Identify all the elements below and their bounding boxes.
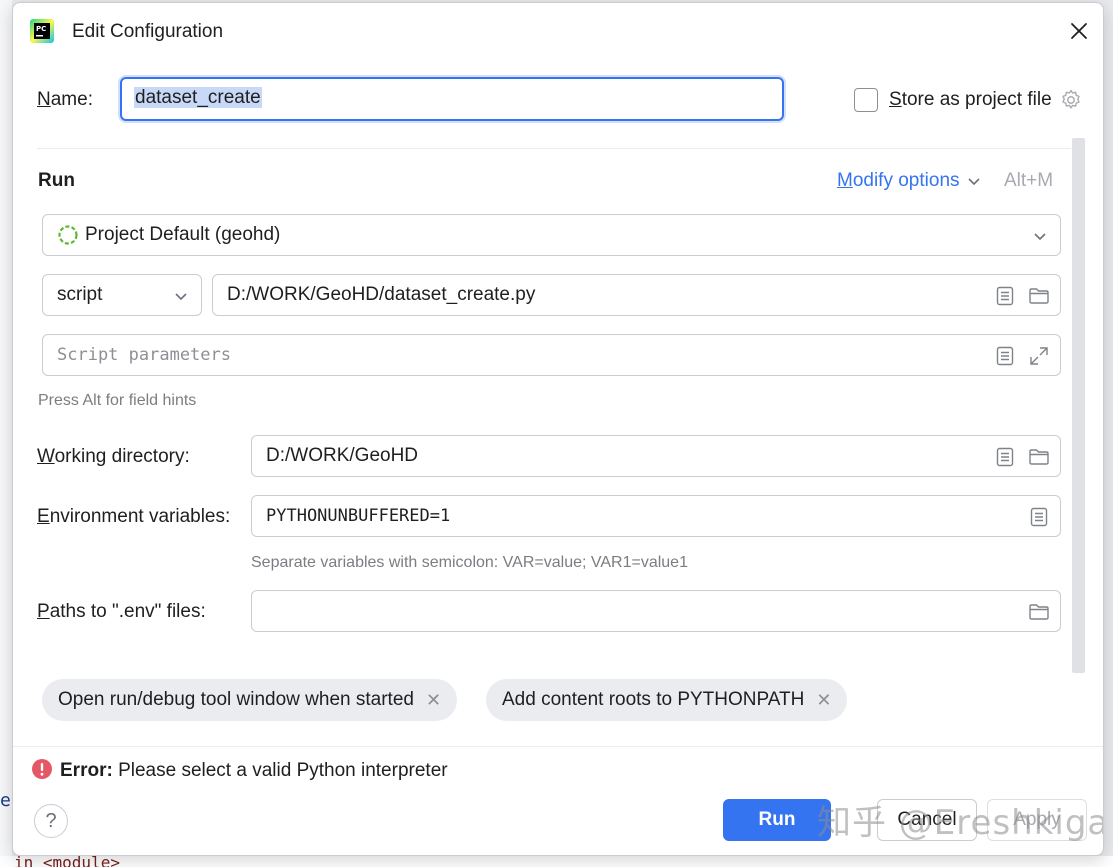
working-directory-input[interactable]: D:/WORK/GeoHD [251,435,1061,477]
store-as-project-file-checkbox[interactable] [854,88,878,112]
environment-variables-value: PYTHONUNBUFFERED=1 [266,506,451,526]
folder-icon[interactable] [1028,285,1050,307]
document-icon[interactable] [994,285,1016,307]
remove-chip-icon[interactable]: ✕ [426,690,441,711]
store-as-project-file-label[interactable]: Store as project file [889,89,1052,111]
dialog-title: Edit Configuration [72,21,224,42]
option-chip-label: Add content roots to PYTHONPATH [502,689,805,710]
help-button[interactable]: ? [34,804,68,838]
name-input-value: dataset_create [134,87,262,108]
run-section-heading: Run [38,170,75,191]
folder-icon[interactable] [1028,446,1050,468]
interpreter-select[interactable]: Project Default (geohd) [42,214,1061,256]
document-icon[interactable] [994,345,1016,367]
expand-icon[interactable] [1028,345,1050,367]
error-message: Error: Please select a valid Python inte… [60,760,448,782]
chevron-down-icon [175,293,187,301]
environment-variables-input[interactable]: PYTHONUNBUFFERED=1 [251,495,1061,537]
name-label: Name: [37,89,93,110]
pycharm-logo-icon: PC [30,19,54,43]
option-chip[interactable]: Add content roots to PYTHONPATH ✕ [486,679,848,721]
footer-divider [13,746,1103,747]
option-chip-label: Open run/debug tool window when started [58,689,414,710]
background-editor-bottom [0,856,1113,867]
background-editor [0,0,12,867]
interpreter-loading-icon [58,225,78,245]
script-parameters-input[interactable]: Script parameters [42,334,1061,376]
name-input[interactable]: dataset_create [120,77,784,121]
document-icon[interactable] [994,446,1016,468]
svg-text:PC: PC [36,25,46,33]
section-divider [37,148,1071,149]
edit-configuration-dialog: PC Edit Configuration Name: dataset_crea… [12,2,1104,856]
script-path-value: D:/WORK/GeoHD/dataset_create.py [227,284,536,305]
remove-chip-icon[interactable]: ✕ [816,690,831,711]
watermark-text: 知乎 @Ereshkigal [817,803,1104,843]
env-files-input[interactable] [251,590,1061,632]
background-code-line: e [0,790,11,811]
working-directory-value: D:/WORK/GeoHD [266,445,419,466]
modify-options-shortcut: Alt+M [1004,170,1054,191]
error-text: Please select a valid Python interpreter [112,760,448,781]
env-files-label: Paths to ".env" files: [37,601,206,622]
run-button[interactable]: Run [723,799,831,841]
chevron-down-icon [967,178,980,186]
script-path-input[interactable]: D:/WORK/GeoHD/dataset_create.py [212,274,1061,316]
field-hints-text: Press Alt for field hints [38,392,197,409]
option-chip[interactable]: Open run/debug tool window when started … [42,679,458,721]
chevron-down-icon [1034,233,1046,241]
error-icon [32,759,52,779]
modify-options-link[interactable]: Modify options [837,170,982,192]
environment-variables-label: Environment variables: [37,506,231,527]
close-icon[interactable] [1066,18,1092,44]
target-type-value: script [57,284,103,305]
document-icon[interactable] [1028,506,1050,528]
target-type-select[interactable]: script [42,274,202,316]
script-parameters-placeholder: Script parameters [57,345,231,365]
folder-icon[interactable] [1028,601,1050,623]
error-prefix: Error: [60,760,113,781]
working-directory-label: Working directory: [37,446,190,467]
scrollbar[interactable] [1072,138,1085,673]
environment-variables-hint: Separate variables with semicolon: VAR=v… [251,554,688,571]
interpreter-value: Project Default (geohd) [85,224,281,245]
gear-icon[interactable] [1059,88,1083,112]
